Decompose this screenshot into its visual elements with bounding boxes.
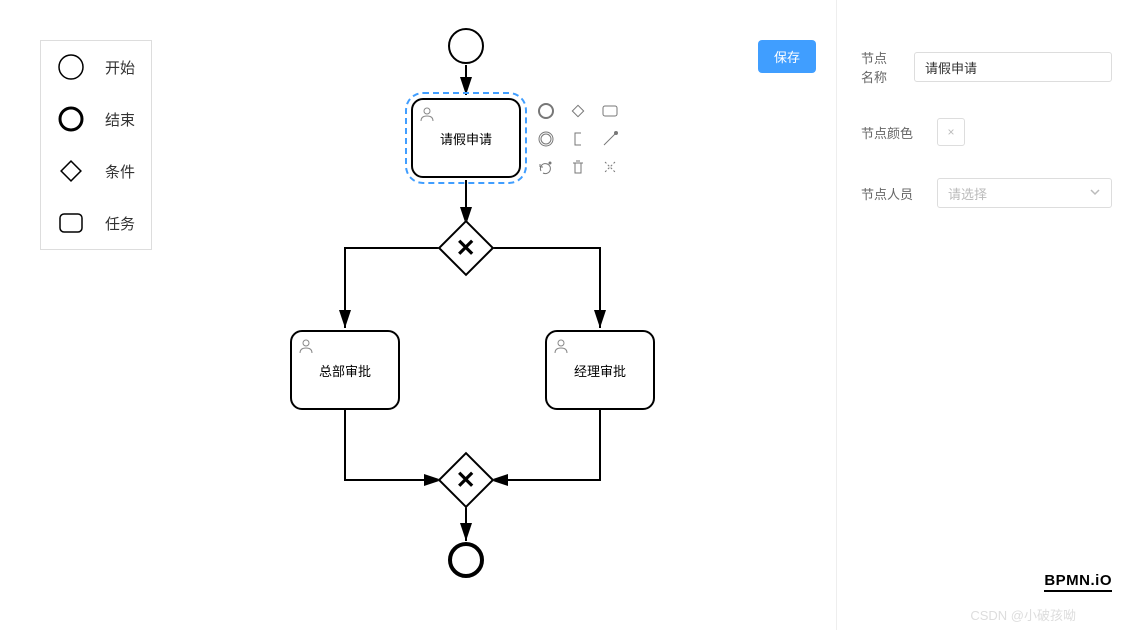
gateway-merge[interactable]: ✕: [438, 452, 495, 509]
palette-condition-label: 条件: [105, 161, 135, 182]
user-icon: [298, 338, 314, 357]
append-text-annotation[interactable]: [567, 128, 589, 150]
person-select[interactable]: 请选择: [937, 178, 1112, 208]
node-name-input[interactable]: [914, 52, 1112, 82]
color-picker-clear[interactable]: ×: [937, 118, 965, 146]
select-placeholder: 请选择: [948, 184, 987, 203]
append-intermediate-event[interactable]: [535, 128, 557, 150]
append-end-event[interactable]: [535, 100, 557, 122]
change-type[interactable]: [535, 156, 557, 178]
form-row-color: 节点颜色 ×: [861, 118, 1112, 146]
element-palette: 开始 结束 条件 任务: [40, 40, 152, 250]
end-icon: [57, 105, 85, 133]
palette-task[interactable]: 任务: [57, 209, 135, 237]
user-icon: [419, 106, 435, 125]
gateway-split[interactable]: ✕: [438, 220, 495, 277]
connect-tool[interactable]: [599, 128, 621, 150]
end-event[interactable]: [448, 542, 484, 578]
start-event[interactable]: [448, 28, 484, 64]
watermark: CSDN @小破孩呦: [970, 605, 1076, 624]
task-leave-request[interactable]: 请假申请: [411, 98, 521, 178]
task-hq-approval[interactable]: 总部审批: [290, 330, 400, 410]
loop-icon[interactable]: [599, 156, 621, 178]
form-row-name: 节点名称: [861, 48, 1112, 86]
canvas[interactable]: 开始 结束 条件 任务: [0, 0, 836, 630]
append-gateway[interactable]: [567, 100, 589, 122]
task-label: 请假申请: [440, 129, 492, 148]
palette-end[interactable]: 结束: [57, 105, 135, 133]
diamond-icon: [57, 157, 85, 185]
gateway-x-icon: ✕: [456, 465, 476, 494]
start-icon: [57, 53, 85, 81]
color-label: 节点颜色: [861, 123, 921, 142]
save-button[interactable]: 保存: [758, 40, 816, 73]
name-label: 节点名称: [861, 48, 898, 86]
task-label: 经理审批: [574, 361, 626, 380]
bpmn-logo: BPMN.iO: [1044, 572, 1112, 592]
palette-task-label: 任务: [105, 213, 135, 234]
person-label: 节点人员: [861, 184, 921, 203]
gateway-x-icon: ✕: [456, 233, 476, 262]
palette-start-label: 开始: [105, 57, 135, 78]
palette-start[interactable]: 开始: [57, 53, 135, 81]
properties-panel: 节点名称 节点颜色 × 节点人员 请选择 BPMN.iO: [836, 0, 1136, 630]
palette-end-label: 结束: [105, 109, 135, 130]
task-rect-icon: [57, 209, 85, 237]
chevron-down-icon: [1089, 186, 1101, 201]
form-row-person: 节点人员 请选择: [861, 178, 1112, 208]
context-pad: [535, 100, 623, 178]
task-label: 总部审批: [319, 361, 371, 380]
user-icon: [553, 338, 569, 357]
append-task[interactable]: [599, 100, 621, 122]
palette-condition[interactable]: 条件: [57, 157, 135, 185]
task-manager-approval[interactable]: 经理审批: [545, 330, 655, 410]
delete[interactable]: [567, 156, 589, 178]
